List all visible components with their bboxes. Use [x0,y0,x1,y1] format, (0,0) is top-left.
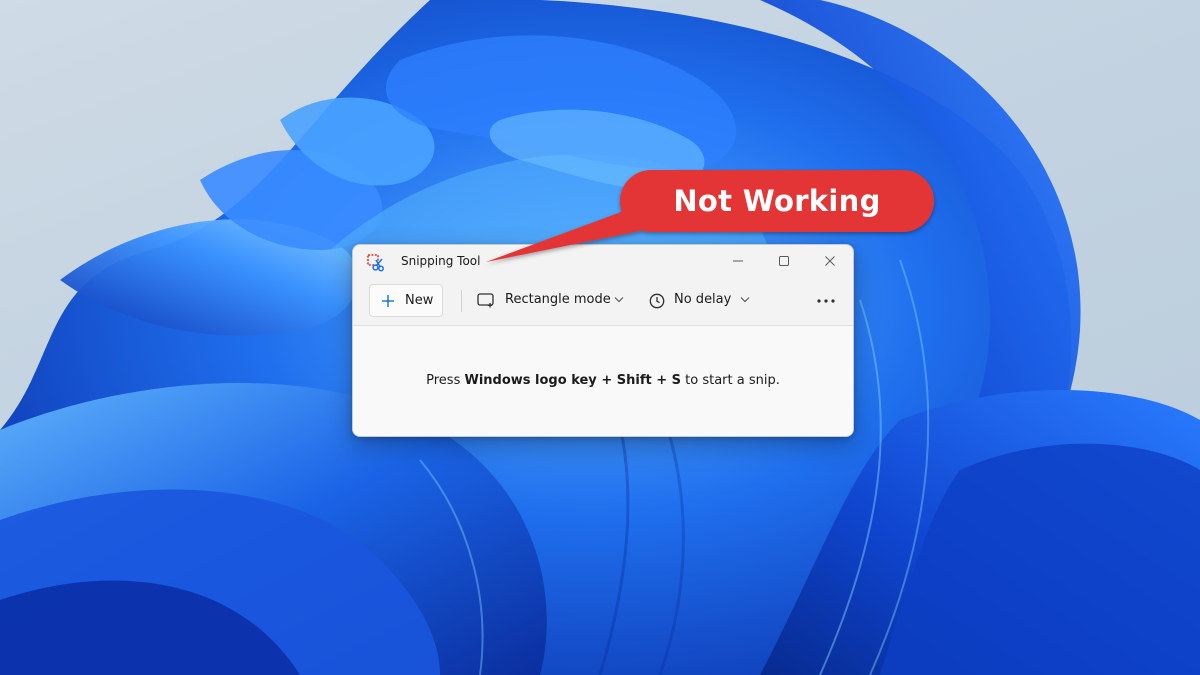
snip-hint-text: Press Windows logo key + Shift + S to st… [353,373,853,388]
maximize-button[interactable] [761,245,807,277]
snipping-tool-scissors-icon [367,254,384,272]
hint-prefix: Press [426,373,465,388]
snip-content-area: Press Windows logo key + Shift + S to st… [353,325,853,436]
chevron-down-icon [740,297,750,303]
hint-suffix: to start a snip. [681,373,780,388]
window-title: Snipping Tool [401,254,481,268]
callout-label: Not Working [673,184,881,218]
hint-plus-2: + [651,373,672,388]
more-options-button[interactable] [809,284,843,317]
toolbar-divider [461,290,462,312]
delay-dropdown[interactable]: No delay [643,284,763,317]
minimize-button[interactable] [715,245,761,277]
close-button[interactable] [807,245,853,277]
hint-shortcut-windows: Windows logo key [464,373,597,388]
close-icon [825,256,835,266]
hint-shortcut-s: S [671,373,682,388]
desktop: Snipping Tool New Rectangle mode No dela… [0,0,1200,675]
snip-mode-dropdown[interactable]: Rectangle mode [471,284,631,317]
hint-plus-1: + [596,373,617,388]
plus-icon [382,295,394,307]
hint-shortcut-shift: Shift [616,373,652,388]
more-options-icon [817,298,835,303]
maximize-icon [779,256,789,266]
delay-label: No delay [674,292,732,307]
new-button-label: New [405,293,434,308]
new-snip-button[interactable]: New [369,284,443,317]
rectangle-mode-icon [477,293,494,308]
snipping-tool-window: Snipping Tool New Rectangle mode No dela… [352,244,854,437]
title-bar[interactable]: Snipping Tool [353,245,853,279]
minimize-icon [733,260,743,262]
toolbar: New Rectangle mode No delay [353,281,853,325]
snip-mode-label: Rectangle mode [505,292,611,307]
clock-icon [649,293,665,309]
chevron-down-icon [614,297,624,303]
